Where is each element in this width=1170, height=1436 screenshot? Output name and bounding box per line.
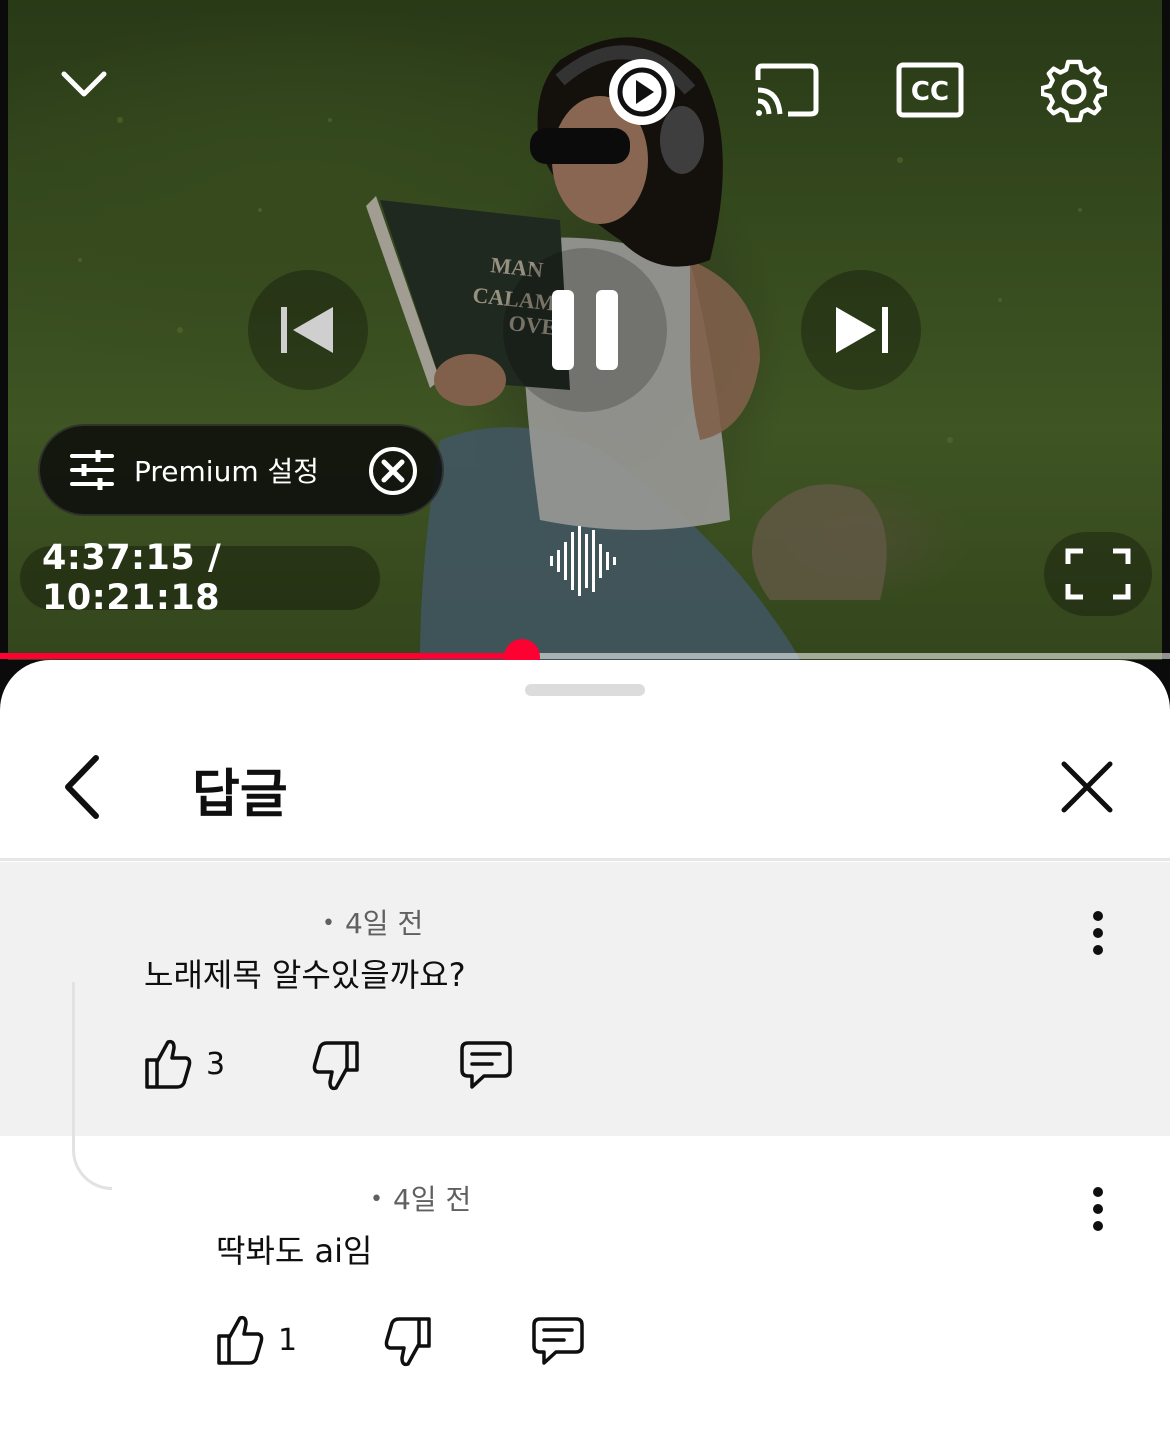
thumbs-down-icon (384, 1317, 431, 1367)
premium-settings-chip[interactable]: Premium 설정 (38, 424, 444, 516)
captions-button[interactable]: CC (892, 58, 968, 122)
premium-chip-label: Premium 설정 (134, 455, 320, 488)
more-vertical-icon (1093, 911, 1103, 955)
thumbs-up-icon (217, 1315, 264, 1365)
dismiss-chip-icon[interactable] (368, 446, 418, 496)
more-vertical-icon (1093, 1187, 1103, 1231)
meta-separator: • (370, 1187, 383, 1212)
svg-text:CC: CC (911, 77, 949, 107)
sheet-title: 답글 (192, 765, 288, 825)
autoplay-toggle[interactable] (604, 54, 680, 130)
thumbs-up-icon (145, 1039, 192, 1089)
letterbox-right (1162, 0, 1170, 660)
gear-icon (1041, 59, 1107, 123)
dislike-button[interactable] (384, 1316, 432, 1368)
chevron-down-icon (61, 71, 107, 97)
previous-button[interactable] (248, 270, 368, 390)
comment-time: 4일 전 (344, 907, 424, 940)
comment-time: 4일 전 (392, 1183, 472, 1216)
cast-button[interactable] (748, 58, 824, 122)
autoplay-icon (609, 59, 675, 125)
collapse-button[interactable] (48, 52, 120, 116)
skip-previous-icon (281, 307, 333, 353)
sliders-icon (70, 450, 114, 490)
reply-comment-icon (460, 1041, 512, 1089)
meta-separator: • (322, 911, 335, 936)
reply-comment-icon (532, 1317, 584, 1365)
dislike-button[interactable] (312, 1040, 360, 1092)
comment-more-button[interactable] (1086, 910, 1110, 958)
cc-icon: CC (896, 62, 964, 118)
like-button[interactable]: 3 (144, 1038, 225, 1090)
comment-text: 노래제목 알수있을까요? (144, 956, 466, 994)
next-button[interactable] (801, 270, 921, 390)
reply-button[interactable] (532, 1316, 584, 1366)
sheet-drag-handle[interactable] (525, 684, 645, 696)
close-button[interactable] (1056, 756, 1118, 818)
comment-meta: • 4일 전 (370, 1178, 471, 1218)
video-player[interactable]: MAN CALAMD OVE CC Premium 설정 4:37:15 / 1… (0, 0, 1170, 660)
like-count: 3 (206, 1046, 226, 1082)
highlighted-comment (0, 862, 1170, 1136)
replies-sheet: 답글 • 4일 전 노래제목 알수있을까요? 3 • 4일 전 딱봐도 ai임 … (0, 660, 1170, 1436)
pause-icon (552, 290, 618, 370)
audio-waveform-icon (550, 526, 616, 596)
time-display[interactable]: 4:37:15 / 10:21:18 (20, 538, 380, 618)
play-pause-button[interactable] (503, 248, 667, 412)
settings-button[interactable] (1036, 54, 1112, 130)
letterbox-left (0, 0, 8, 660)
fullscreen-button[interactable] (1044, 532, 1152, 616)
close-icon (1061, 761, 1113, 813)
chevron-left-icon (65, 755, 99, 819)
comment-text: 딱봐도 ai임 (216, 1232, 373, 1270)
cast-icon (755, 63, 819, 117)
skip-next-icon (836, 307, 888, 353)
like-count: 1 (278, 1322, 298, 1358)
thumbs-down-icon (312, 1041, 359, 1091)
back-button[interactable] (56, 752, 108, 822)
fullscreen-icon (1065, 548, 1131, 600)
progress-fill (0, 653, 522, 659)
header-divider (0, 858, 1170, 861)
thread-connector (72, 982, 112, 1190)
comment-meta: • 4일 전 (322, 902, 423, 942)
reply-button[interactable] (460, 1040, 512, 1090)
comment-more-button[interactable] (1086, 1186, 1110, 1234)
like-button[interactable]: 1 (216, 1314, 297, 1366)
